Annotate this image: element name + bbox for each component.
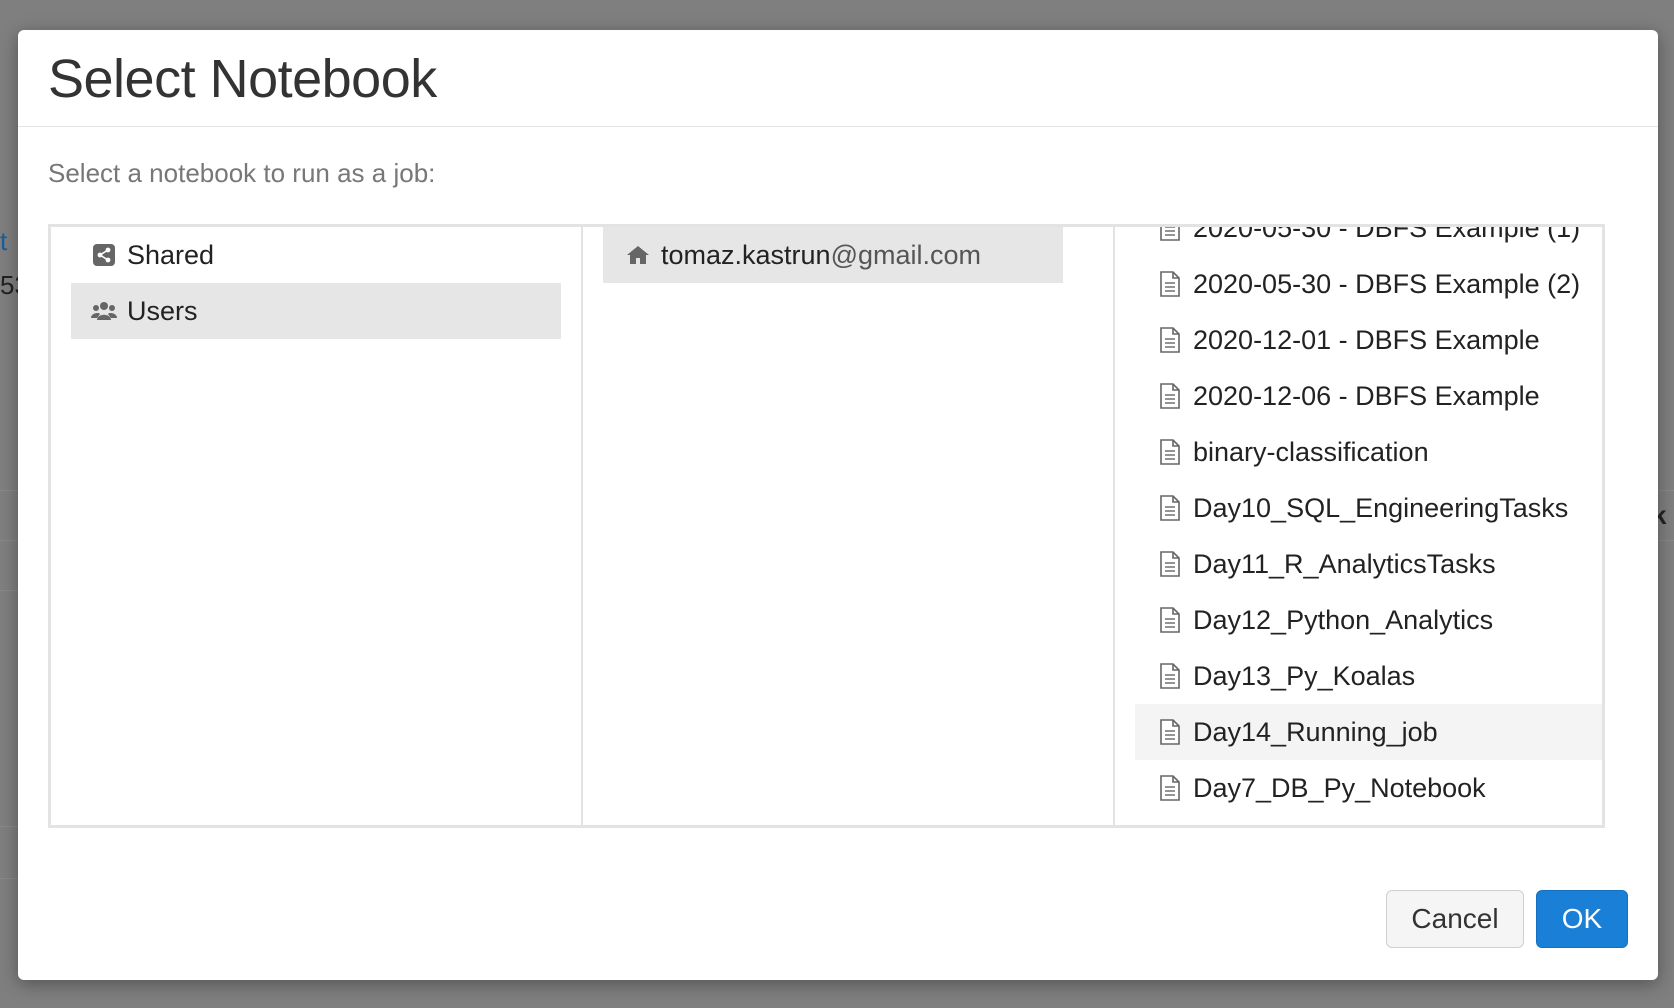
- notebook-file-icon: [1157, 227, 1183, 241]
- user-name: tomaz.kastrun: [661, 239, 831, 270]
- notebook-file-icon: [1157, 439, 1183, 465]
- dialog-title: Select Notebook: [48, 49, 437, 109]
- notebook-item[interactable]: Day11_R_AnalyticsTasks: [1135, 536, 1602, 592]
- notebook-item[interactable]: 2020-05-30 - DBFS Example (2): [1135, 256, 1602, 312]
- notebook-item-label: Day13_Py_Koalas: [1193, 660, 1416, 691]
- notebook-file-icon: [1157, 271, 1183, 297]
- users-column: tomaz.kastrun @gmail.com: [583, 227, 1115, 825]
- notebook-item[interactable]: Day12_Python_Analytics: [1135, 592, 1602, 648]
- notebook-item-label: Day12_Python_Analytics: [1193, 604, 1494, 635]
- notebook-item-label: Day10_SQL_EngineeringTasks: [1193, 492, 1569, 523]
- home-icon: [625, 242, 651, 268]
- root-item-label: Shared: [127, 239, 215, 270]
- root-column: Shared Users: [51, 227, 583, 825]
- notebook-item[interactable]: Day7_DB_Py_Notebook: [1135, 760, 1602, 816]
- notebooks-column: 2020-05-30 - DBFS Example (1) 2020-05-30 …: [1115, 227, 1602, 825]
- notebook-item-label: 2020-12-01 - DBFS Example: [1193, 324, 1540, 355]
- user-email-domain: @gmail.com: [830, 239, 982, 270]
- notebook-item[interactable]: Day13_Py_Koalas: [1135, 648, 1602, 704]
- root-item-label: Users: [127, 295, 198, 326]
- background-link-fragment: t: [0, 226, 8, 256]
- background-divider: [0, 590, 18, 591]
- background-divider: [0, 540, 18, 541]
- user-folder-item[interactable]: tomaz.kastrun @gmail.com: [603, 227, 1063, 283]
- select-notebook-dialog: Select Notebook Select a notebook to run…: [18, 30, 1658, 980]
- notebook-file-icon: [1157, 551, 1183, 577]
- background-divider: [0, 490, 18, 491]
- notebook-item[interactable]: 2020-12-06 - DBFS Example: [1135, 368, 1602, 424]
- notebook-file-icon: [1157, 327, 1183, 353]
- notebook-file-icon: [1157, 719, 1183, 745]
- notebook-item-label: 2020-12-06 - DBFS Example: [1193, 380, 1540, 411]
- notebook-file-icon: [1157, 775, 1183, 801]
- notebook-item-label: 2020-05-30 - DBFS Example (1): [1193, 227, 1581, 243]
- notebook-item-label: Day7_DB_Py_Notebook: [1193, 772, 1486, 803]
- notebook-item[interactable]: Day14_Running_job: [1135, 704, 1602, 760]
- notebook-item[interactable]: 2020-12-01 - DBFS Example: [1135, 312, 1602, 368]
- background-divider: [0, 826, 18, 827]
- dialog-prompt: Select a notebook to run as a job:: [48, 158, 436, 188]
- root-item-users[interactable]: Users: [71, 283, 561, 339]
- background-divider: [0, 878, 18, 879]
- notebook-item-label: Day11_R_AnalyticsTasks: [1193, 548, 1496, 579]
- share-icon: [91, 242, 117, 268]
- notebook-item-label: binary-classification: [1193, 436, 1429, 467]
- cancel-button[interactable]: Cancel: [1386, 890, 1524, 948]
- background-divider: [1658, 540, 1674, 541]
- notebook-item[interactable]: binary-classification: [1135, 424, 1602, 480]
- users-icon: [91, 298, 117, 324]
- ok-button[interactable]: OK: [1536, 890, 1628, 948]
- notebook-file-icon: [1157, 495, 1183, 521]
- notebook-file-icon: [1157, 663, 1183, 689]
- notebook-item[interactable]: Day10_SQL_EngineeringTasks: [1135, 480, 1602, 536]
- notebook-file-icon: [1157, 383, 1183, 409]
- notebook-browser: Shared Users tomaz.kastrun @gmail.com 202…: [48, 224, 1605, 828]
- background-divider: [1658, 490, 1674, 491]
- dialog-header: Select Notebook: [18, 30, 1658, 127]
- notebook-item-label: 2020-05-30 - DBFS Example (2): [1193, 268, 1581, 299]
- notebook-item-label: Day14_Running_job: [1193, 716, 1438, 747]
- notebook-file-icon: [1157, 607, 1183, 633]
- notebook-item[interactable]: 2020-05-30 - DBFS Example (1): [1135, 227, 1602, 256]
- root-item-shared[interactable]: Shared: [71, 227, 561, 283]
